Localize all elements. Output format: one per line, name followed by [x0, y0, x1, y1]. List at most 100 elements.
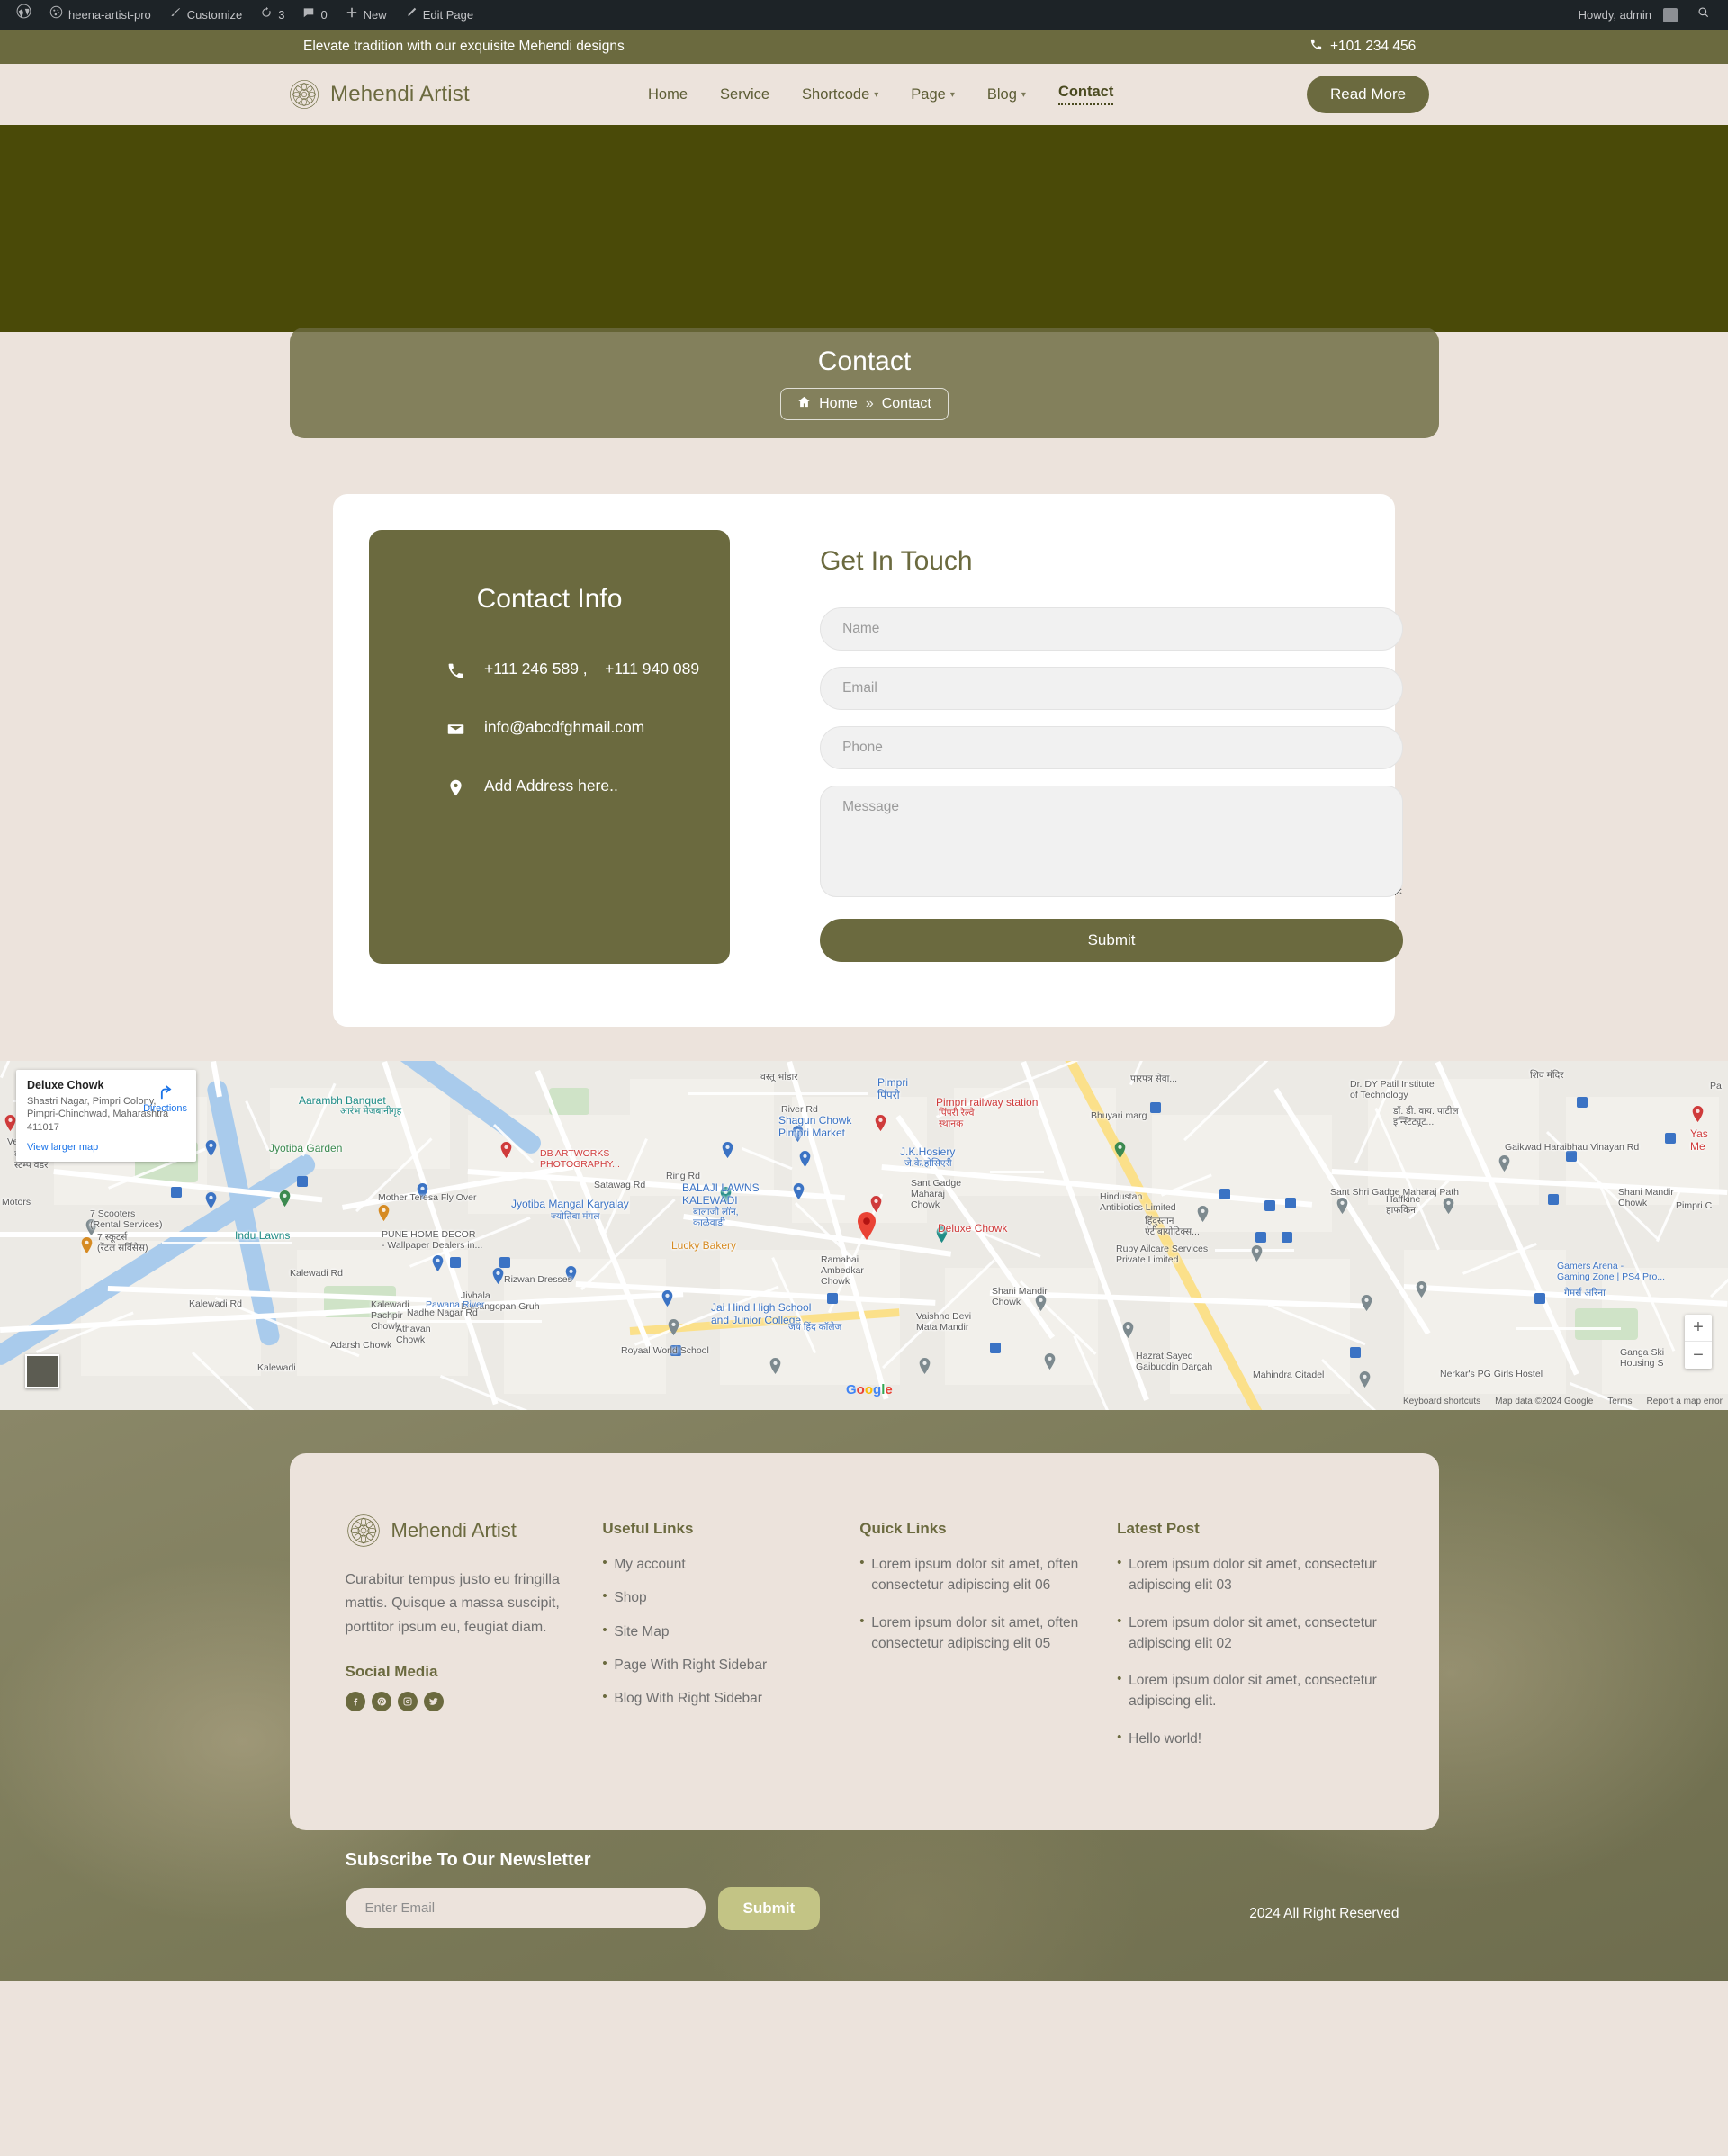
map-poi-pin[interactable]	[279, 1190, 291, 1207]
edit-page-button[interactable]: Edit Page	[396, 0, 482, 30]
breadcrumb-home-link[interactable]: Home	[819, 396, 858, 412]
map-poi-pin[interactable]	[1692, 1106, 1704, 1122]
footer-brand[interactable]: Mehendi Artist	[346, 1513, 603, 1549]
list-item[interactable]: My account	[602, 1553, 860, 1575]
updates-button[interactable]: 3	[251, 0, 293, 30]
map-poi-pin[interactable]	[799, 1151, 811, 1167]
map-label: Lucky Bakery	[671, 1239, 737, 1252]
twitter-icon[interactable]	[423, 1692, 444, 1712]
read-more-button[interactable]: Read More	[1307, 76, 1430, 113]
map-poi-pin[interactable]	[81, 1237, 93, 1253]
envelope-icon	[446, 718, 466, 743]
map-label: Gaikwad Haraibhau Vinayan Rd	[1505, 1142, 1640, 1153]
map-poi-pin[interactable]	[875, 1115, 886, 1131]
map-poi-pin[interactable]	[668, 1319, 680, 1335]
site-footer: Mehendi Artist Curabitur tempus justo eu…	[0, 1410, 1728, 1981]
directions-button[interactable]: Directions	[143, 1082, 187, 1114]
brand-logo[interactable]: Mehendi Artist	[288, 78, 470, 111]
customize-button[interactable]: Customize	[160, 0, 251, 30]
report-map-error-link[interactable]: Report a map error	[1647, 1397, 1723, 1406]
map-poi-pin[interactable]	[1336, 1198, 1348, 1214]
map-poi-pin[interactable]	[1251, 1245, 1263, 1262]
newsletter-strip: Subscribe To Our Newsletter Submit 2024 …	[290, 1850, 1439, 1981]
map-poi-pin[interactable]	[770, 1358, 781, 1374]
list-item[interactable]: Hello world!	[1117, 1727, 1382, 1749]
map-destination-pin[interactable]	[857, 1212, 877, 1240]
list-item[interactable]: Shop	[602, 1586, 860, 1608]
name-input[interactable]	[820, 607, 1404, 651]
map-poi-pin[interactable]	[500, 1142, 512, 1158]
map-attribution: Keyboard shortcuts Map data ©2024 Google…	[1403, 1397, 1723, 1406]
nav-item-contact[interactable]: Contact	[1058, 84, 1114, 105]
newsletter-submit-button[interactable]: Submit	[717, 1886, 821, 1930]
list-item[interactable]: Site Map	[602, 1620, 860, 1642]
map-poi-pin[interactable]	[662, 1290, 673, 1307]
map-poi-pin[interactable]	[1114, 1142, 1126, 1158]
newsletter-title: Subscribe To Our Newsletter	[345, 1849, 591, 1870]
list-item[interactable]: Lorem ipsum dolor sit amet, consectetur …	[1117, 1669, 1382, 1712]
list-item[interactable]: Page With Right Sidebar	[602, 1654, 860, 1675]
map-poi-pin[interactable]	[432, 1255, 444, 1271]
admin-search-button[interactable]	[1687, 0, 1721, 30]
list-item[interactable]: Lorem ipsum dolor sit amet, consectetur …	[1117, 1612, 1382, 1655]
map-label: BALAJI LAWNS KALEWADI	[682, 1181, 760, 1207]
map-poi-pin[interactable]	[1416, 1281, 1427, 1298]
map-poi-pin[interactable]	[919, 1358, 931, 1374]
page-title: Contact	[817, 346, 912, 376]
map-poi-pin[interactable]	[793, 1183, 805, 1199]
newsletter-email-input[interactable]	[345, 1888, 706, 1929]
nav-item-home[interactable]: Home	[648, 86, 688, 103]
map-poi-pin[interactable]	[1359, 1371, 1371, 1388]
map-poi-pin[interactable]	[378, 1205, 390, 1221]
facebook-icon[interactable]	[345, 1692, 365, 1712]
new-content-button[interactable]: New	[337, 0, 396, 30]
list-item[interactable]: Lorem ipsum dolor sit amet, often consec…	[860, 1612, 1117, 1655]
map-canvas[interactable]: Gosavi Krida Sankulमोरया गोसावी क्रीडा स…	[0, 1061, 1728, 1410]
list-item[interactable]: Lorem ipsum dolor sit amet, often consec…	[860, 1553, 1117, 1596]
google-map[interactable]: Gosavi Krida Sankulमोरया गोसावी क्रीडा स…	[0, 1061, 1728, 1410]
map-poi-pin[interactable]	[205, 1192, 217, 1208]
comments-count: 0	[320, 8, 328, 22]
contact-info-email-row[interactable]: info@abcdfghmail.com	[400, 718, 699, 743]
map-poi-pin[interactable]	[1361, 1295, 1372, 1311]
submit-button[interactable]: Submit	[820, 919, 1404, 962]
site-name-button[interactable]: heena-artist-pro	[40, 0, 160, 30]
list-item[interactable]: Blog With Right Sidebar	[602, 1687, 860, 1709]
comments-button[interactable]: 0	[293, 0, 336, 30]
map-label: वस्तू भांडार	[760, 1072, 798, 1082]
instagram-icon[interactable]	[397, 1692, 418, 1712]
map-poi-pin[interactable]	[722, 1142, 734, 1158]
view-larger-map-link[interactable]: View larger map	[27, 1142, 185, 1153]
wp-logo-button[interactable]	[7, 0, 40, 30]
list-item[interactable]: Lorem ipsum dolor sit amet, consectetur …	[1117, 1553, 1382, 1596]
nav-item-service[interactable]: Service	[720, 86, 770, 103]
pinterest-icon[interactable]	[371, 1692, 392, 1712]
keyboard-shortcuts-link[interactable]: Keyboard shortcuts	[1403, 1397, 1480, 1406]
nav-item-shortcode[interactable]: Shortcode ▾	[802, 86, 878, 103]
map-poi-pin[interactable]	[1122, 1322, 1134, 1338]
map-poi-pin[interactable]	[1443, 1198, 1454, 1214]
breadcrumb-current: Contact	[881, 395, 932, 411]
contact-form: Get In Touch Submit	[730, 530, 1404, 964]
nav-item-blog[interactable]: Blog ▾	[987, 86, 1026, 103]
header-phone[interactable]: +101 234 456	[1310, 38, 1416, 56]
nav-item-page[interactable]: Page ▾	[911, 86, 955, 103]
map-road	[990, 1171, 1044, 1173]
phone-input[interactable]	[820, 726, 1404, 769]
map-label: Ramabai Ambedkar Chowk	[821, 1254, 864, 1288]
map-poi-pin[interactable]	[205, 1140, 217, 1156]
map-poi-pin[interactable]	[1044, 1353, 1056, 1370]
map-poi-pin[interactable]	[4, 1115, 16, 1131]
my-account-button[interactable]: Howdy, admin	[1570, 0, 1687, 30]
zoom-out-button[interactable]: −	[1685, 1342, 1712, 1369]
email-input[interactable]	[820, 667, 1404, 710]
map-satellite-thumbnail[interactable]	[25, 1354, 59, 1388]
terms-link[interactable]: Terms	[1607, 1397, 1632, 1406]
contact-info-phone-row[interactable]: +111 246 589 , +111 940 089	[400, 660, 699, 685]
zoom-in-button[interactable]: +	[1685, 1315, 1712, 1342]
map-poi-pin[interactable]	[1498, 1155, 1510, 1172]
map-poi-pin[interactable]	[492, 1268, 504, 1284]
map-poi-pin[interactable]	[870, 1196, 882, 1212]
contact-info-address-row[interactable]: Add Address here..	[400, 777, 699, 802]
message-textarea[interactable]	[820, 786, 1404, 897]
